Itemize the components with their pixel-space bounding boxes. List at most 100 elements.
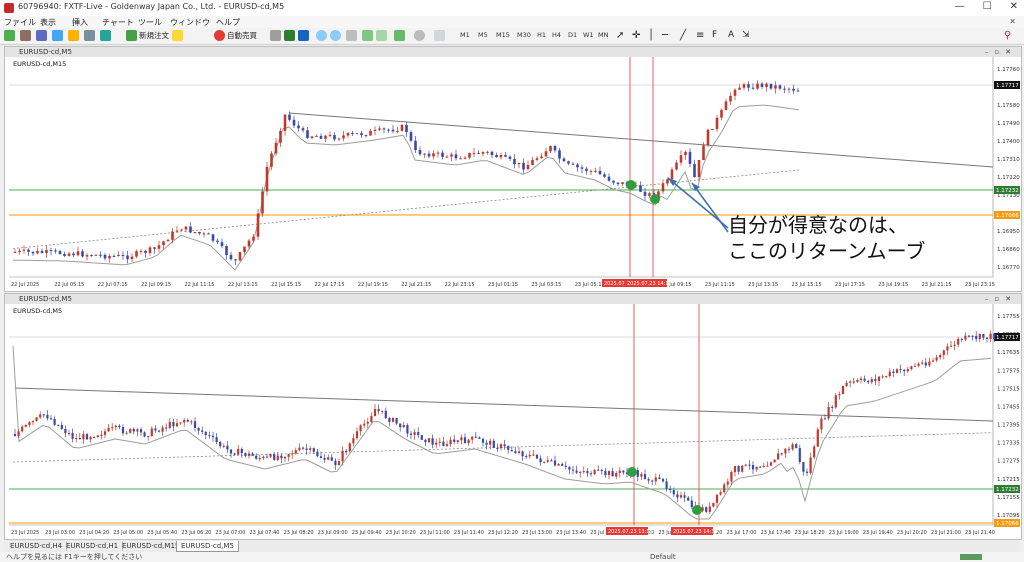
candle-body	[436, 152, 440, 154]
time-tick-label: 22 Jul 19:15	[358, 282, 388, 288]
menu-window[interactable]: ウィンドウ	[170, 17, 210, 28]
maximize-icon[interactable]: ☐	[983, 1, 992, 12]
auto-trade-button[interactable]: 自動売買	[214, 30, 262, 41]
candle-body	[424, 439, 427, 443]
menu-chart[interactable]: チャート	[102, 17, 134, 28]
bar-chart-icon[interactable]	[270, 30, 281, 41]
timeframe-d1[interactable]: D1	[568, 31, 577, 39]
market-watch-icon[interactable]	[36, 30, 47, 41]
tab-eurusd-m5[interactable]: EURUSD-cd,M5	[176, 541, 239, 552]
time-tick-label: 23 Jul 13:15	[748, 282, 778, 288]
candle-body	[355, 431, 359, 439]
candle-body	[42, 414, 45, 416]
trendline	[14, 387, 994, 422]
timeframe-m30[interactable]: M30	[517, 31, 531, 39]
tab-eurusd-h4[interactable]: EURUSD-cd,H4	[6, 541, 68, 551]
close-icon[interactable]: ✕	[1010, 1, 1018, 12]
text-icon[interactable]: A	[728, 30, 734, 41]
candle-body	[724, 101, 728, 110]
timeframe-h4[interactable]: H4	[552, 31, 561, 39]
minimize-icon[interactable]: —	[955, 1, 965, 12]
candle-body	[414, 140, 417, 151]
candle-body	[111, 427, 114, 429]
candle-body	[298, 447, 301, 451]
candle-body	[265, 166, 269, 192]
data-window-icon[interactable]	[52, 30, 63, 41]
zoom-out-icon[interactable]	[330, 30, 341, 41]
candle-body	[364, 135, 368, 137]
chart-window-title: EURUSD-cd,M5 –▫✕	[5, 294, 1021, 304]
templates-icon[interactable]	[434, 30, 445, 41]
candle-body	[742, 84, 746, 88]
candle-body	[190, 421, 193, 423]
new-order-button[interactable]: 新規注文	[126, 30, 170, 41]
candle-body	[508, 156, 512, 159]
chart-window-controls[interactable]: –▫✕	[985, 47, 1017, 57]
autoscroll-icon[interactable]	[376, 30, 387, 41]
time-tick-label: 23 Jul 21:40	[965, 530, 995, 536]
navigator-icon[interactable]	[68, 30, 79, 41]
candle-body	[774, 85, 777, 89]
candle-body	[648, 193, 651, 196]
meta-editor-button[interactable]	[172, 30, 214, 41]
periods-icon[interactable]	[414, 30, 425, 41]
timeframe-h1[interactable]: H1	[537, 31, 546, 39]
candlestick-icon[interactable]	[284, 30, 295, 41]
menu-tools[interactable]: ツール	[138, 17, 162, 28]
channel-icon[interactable]: ≡	[696, 30, 704, 41]
tester-icon[interactable]	[100, 30, 111, 41]
arrows-icon[interactable]: ⇲	[742, 30, 750, 41]
tile-windows-icon[interactable]	[346, 30, 357, 41]
profiles-icon[interactable]	[20, 30, 31, 41]
timeframe-m1[interactable]: M1	[460, 31, 470, 39]
candle-body	[85, 434, 89, 440]
candle-body	[481, 152, 485, 154]
fibonacci-icon[interactable]: F	[712, 30, 717, 41]
line-chart-icon[interactable]	[298, 30, 309, 41]
candle-body	[139, 251, 143, 252]
timeframe-w1[interactable]: W1	[583, 31, 594, 39]
trendline-icon[interactable]: ╱	[680, 30, 686, 41]
search-icon[interactable]: ⚲	[1004, 30, 1011, 41]
candle-body	[355, 133, 359, 135]
timeframe-mn[interactable]: MN	[598, 31, 608, 39]
vertical-line-icon[interactable]: │	[648, 30, 654, 41]
candle-body	[294, 450, 297, 454]
candle-body	[507, 446, 510, 450]
new-chart-icon[interactable]	[4, 30, 15, 41]
candle-body	[723, 484, 726, 493]
candle-body	[777, 453, 780, 460]
candle-body	[773, 459, 776, 463]
menu-insert[interactable]: 挿入	[72, 17, 88, 28]
menu-close-icon[interactable]: ✕	[1009, 17, 1016, 26]
chart-window-bottom[interactable]: EURUSD-cd,M5 –▫✕ EURUSD-cd,M5 1.17755 1.1…	[4, 293, 1022, 540]
candle-body	[179, 422, 182, 424]
menu-help[interactable]: ヘルプ	[216, 17, 240, 28]
zoom-in-icon[interactable]	[316, 30, 327, 41]
crosshair-icon[interactable]: ✛	[632, 30, 640, 41]
candle-body	[666, 179, 669, 184]
tab-eurusd-m15[interactable]: EURUSD-cd,M15	[118, 541, 185, 551]
terminal-icon[interactable]	[84, 30, 95, 41]
candle-body	[273, 454, 276, 460]
cursor-icon[interactable]: ➚	[616, 30, 624, 41]
candle-body	[352, 438, 355, 444]
candle-body	[381, 410, 384, 412]
candle-body	[576, 164, 579, 168]
candle-body	[251, 453, 254, 456]
tab-eurusd-h1[interactable]: EURUSD-cd,H1	[62, 541, 124, 551]
chart-shift-icon[interactable]	[362, 30, 373, 41]
indicators-icon[interactable]	[394, 30, 405, 41]
menu-view[interactable]: 表示	[40, 17, 56, 28]
menu-file[interactable]: ファイル	[4, 17, 36, 28]
price-tick-label: 1.17095	[997, 513, 1020, 519]
chart-window-controls[interactable]: –▫✕	[985, 294, 1017, 304]
timeframe-m5[interactable]: M5	[478, 31, 488, 39]
price-chart-bottom[interactable]: 1.177551.176951.176351.175751.175151.174…	[5, 304, 1021, 539]
candle-body	[328, 135, 332, 137]
candle-body	[621, 182, 624, 185]
candle-body	[316, 451, 319, 457]
candle-body	[229, 254, 233, 260]
timeframe-m15[interactable]: M15	[496, 31, 510, 39]
horizontal-line-icon[interactable]: ─	[662, 30, 668, 41]
